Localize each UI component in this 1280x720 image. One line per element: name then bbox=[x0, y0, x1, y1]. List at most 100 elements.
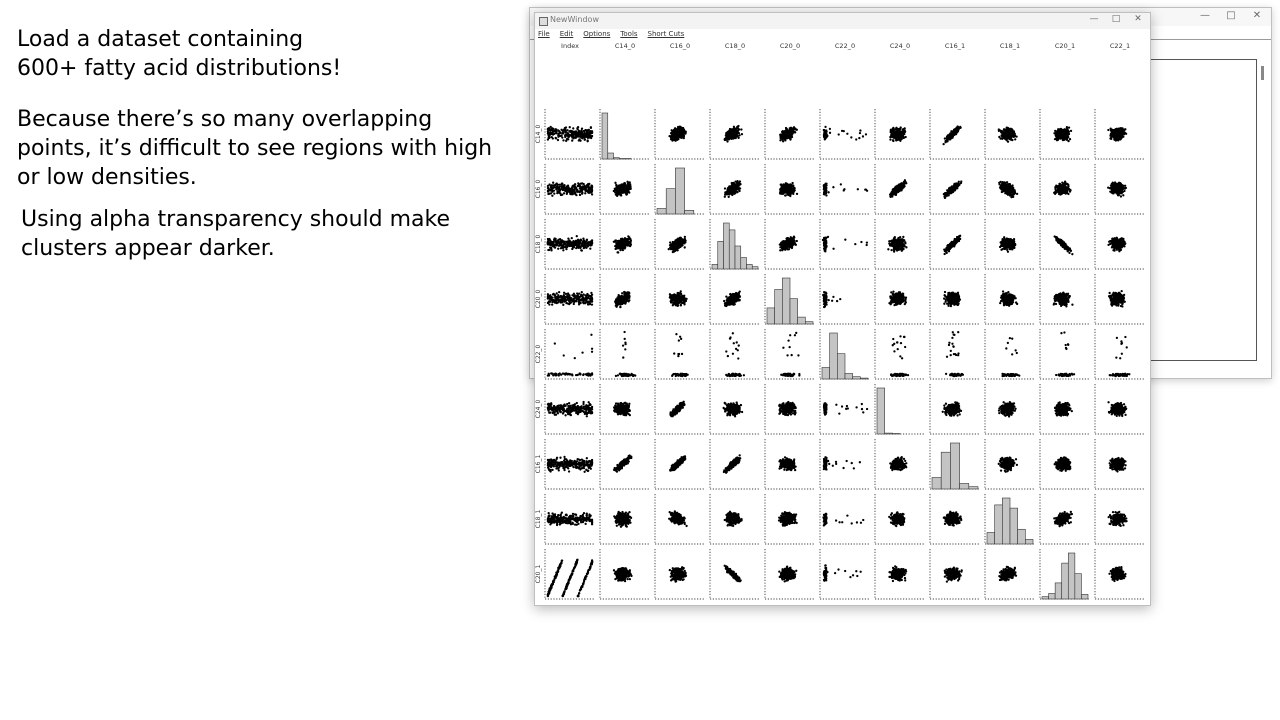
panel-c18-0-vs-c20-0 bbox=[764, 219, 815, 270]
panel-c20-1-vs-c16-0 bbox=[654, 549, 705, 600]
menu-bar: File Edit Options Tools Short Cuts bbox=[535, 29, 1150, 39]
scatter-matrix-window[interactable]: NewWindow — □ ✕ File Edit Options Tools … bbox=[534, 12, 1151, 606]
panel-c14-0-vs-c20-1 bbox=[1039, 109, 1090, 160]
caption-line-6: Using alpha transparency should make bbox=[21, 205, 450, 234]
panel-c18-1-vs-c20-0 bbox=[764, 494, 815, 545]
menu-short-cuts[interactable]: Short Cuts bbox=[648, 29, 685, 39]
panel-c16-1-vs-c16-1 bbox=[929, 439, 980, 490]
histogram-bar bbox=[723, 222, 730, 270]
histogram-bar bbox=[728, 229, 736, 270]
panel-c18-1-vs-c20-1 bbox=[1039, 494, 1090, 545]
panel-c20-0-vs-c18-0 bbox=[709, 274, 760, 325]
maximize-icon[interactable]: □ bbox=[1225, 10, 1237, 21]
menu-options[interactable]: Options bbox=[583, 29, 610, 39]
panel-c20-1-vs-c22-0 bbox=[819, 549, 870, 600]
panel-c14-0-vs-c14-0 bbox=[599, 109, 650, 160]
panel-c20-1-vs-index bbox=[544, 549, 595, 600]
panel-c18-0-vs-c16-0 bbox=[654, 219, 705, 270]
histogram-bar bbox=[1061, 562, 1069, 600]
panel-c16-0-vs-c22-1 bbox=[1094, 164, 1145, 215]
caption-line-4: points, it’s difficult to see regions wi… bbox=[17, 134, 492, 163]
caption-line-1: Load a dataset containing bbox=[17, 25, 303, 54]
panel-c18-0-vs-c18-0 bbox=[709, 219, 760, 270]
panel-c18-1-vs-c14-0 bbox=[599, 494, 650, 545]
panel-c16-0-vs-c18-1 bbox=[984, 164, 1035, 215]
histogram-bar bbox=[950, 442, 960, 490]
close-icon[interactable]: ✕ bbox=[1251, 10, 1263, 21]
panel-c16-0-vs-c20-0 bbox=[764, 164, 815, 215]
panel-c20-0-vs-c20-1 bbox=[1039, 274, 1090, 325]
histogram-bar bbox=[1081, 594, 1089, 600]
window-titlebar[interactable]: NewWindow — □ ✕ bbox=[535, 13, 1150, 29]
histogram-bar bbox=[774, 289, 783, 325]
scatter-matrix-area[interactable]: Index C14_0 C16_0 C18_0 C20_0 C22_0 C24_0 C16_1… bbox=[535, 40, 1148, 603]
window-title: NewWindow bbox=[550, 15, 599, 24]
column-label-c22-0: C22_0 bbox=[835, 42, 855, 50]
column-label-c16-1: C16_1 bbox=[945, 42, 965, 50]
minimize-icon[interactable]: — bbox=[1088, 14, 1100, 24]
histogram-bar bbox=[656, 208, 667, 215]
row-label-c18-0: C18_0 bbox=[535, 235, 542, 254]
histogram-bar bbox=[789, 298, 798, 325]
histogram-bar bbox=[821, 367, 830, 380]
caption-line-5: or low densities. bbox=[17, 163, 197, 192]
panel-c16-1-vs-c14-0 bbox=[599, 439, 650, 490]
panel-c14-0-vs-c18-0 bbox=[709, 109, 760, 160]
histogram-bar bbox=[931, 477, 942, 490]
histogram-bar bbox=[746, 264, 753, 270]
histogram-bar bbox=[665, 188, 676, 215]
panel-c18-1-vs-c16-0 bbox=[654, 494, 705, 545]
histogram-bar bbox=[1067, 552, 1076, 600]
background-window-scrollbar[interactable] bbox=[1261, 66, 1264, 80]
panel-c24-0-vs-c14-0 bbox=[599, 384, 650, 435]
panel-c16-0-vs-c22-0 bbox=[819, 164, 870, 215]
panel-c22-0-vs-c22-0 bbox=[819, 329, 870, 380]
panel-c18-1-vs-index bbox=[544, 494, 595, 545]
histogram-bar bbox=[852, 376, 861, 380]
panel-c22-0-vs-c16-1 bbox=[929, 329, 980, 380]
menu-file[interactable]: File bbox=[538, 29, 550, 39]
histogram-bar bbox=[860, 377, 869, 380]
panel-c18-0-vs-c22-0 bbox=[819, 219, 870, 270]
column-label-c18-1: C18_1 bbox=[1000, 42, 1020, 50]
maximize-icon[interactable]: □ bbox=[1110, 14, 1122, 24]
panel-c20-0-vs-c20-0 bbox=[764, 274, 815, 325]
panel-c14-0-vs-c24-0 bbox=[874, 109, 925, 160]
histogram-bar bbox=[837, 353, 846, 380]
histogram-bar bbox=[613, 157, 620, 160]
panel-c22-0-vs-c24-0 bbox=[874, 329, 925, 380]
panel-c16-0-vs-index bbox=[544, 164, 595, 215]
histogram-bar bbox=[1017, 528, 1026, 545]
histogram-bar bbox=[805, 321, 814, 325]
panel-c16-0-vs-c16-1 bbox=[929, 164, 980, 215]
panel-c16-1-vs-index bbox=[544, 439, 595, 490]
column-label-c24-0: C24_0 bbox=[890, 42, 910, 50]
panel-c24-0-vs-c18-0 bbox=[709, 384, 760, 435]
histogram-bar bbox=[766, 307, 775, 325]
panel-c16-1-vs-c22-1 bbox=[1094, 439, 1145, 490]
menu-edit[interactable]: Edit bbox=[560, 29, 574, 39]
histogram-bar bbox=[684, 210, 695, 215]
histogram-bar bbox=[844, 373, 853, 380]
app-icon bbox=[539, 17, 548, 26]
panel-c22-0-vs-c14-0 bbox=[599, 329, 650, 380]
panel-c16-1-vs-c16-0 bbox=[654, 439, 705, 490]
background-window-panel[interactable] bbox=[1149, 59, 1257, 361]
histogram-bar bbox=[711, 264, 719, 270]
panel-c18-1-vs-c22-1 bbox=[1094, 494, 1145, 545]
scatter-matrix-plot[interactable]: Index C14_0 C16_0 C18_0 C20_0 C22_0 C24_0 C16_1… bbox=[535, 40, 1148, 603]
minimize-icon[interactable]: — bbox=[1199, 10, 1211, 21]
panel-c20-0-vs-index bbox=[544, 274, 595, 325]
menu-tools[interactable]: Tools bbox=[620, 29, 637, 39]
panel-c18-1-vs-c24-0 bbox=[874, 494, 925, 545]
panel-c16-0-vs-c24-0 bbox=[874, 164, 925, 215]
column-label-c22-1: C22_1 bbox=[1110, 42, 1130, 50]
panel-c24-0-vs-index bbox=[544, 384, 595, 435]
panel-c14-0-vs-c22-1 bbox=[1094, 109, 1145, 160]
panel-c18-0-vs-c14-0 bbox=[599, 219, 650, 270]
close-icon[interactable]: ✕ bbox=[1132, 14, 1144, 24]
histogram-bar bbox=[797, 316, 806, 325]
histogram-bar bbox=[1048, 593, 1056, 600]
panel-c20-1-vs-c18-1 bbox=[984, 549, 1035, 600]
row-label-c20-1: C20_1 bbox=[535, 565, 542, 584]
